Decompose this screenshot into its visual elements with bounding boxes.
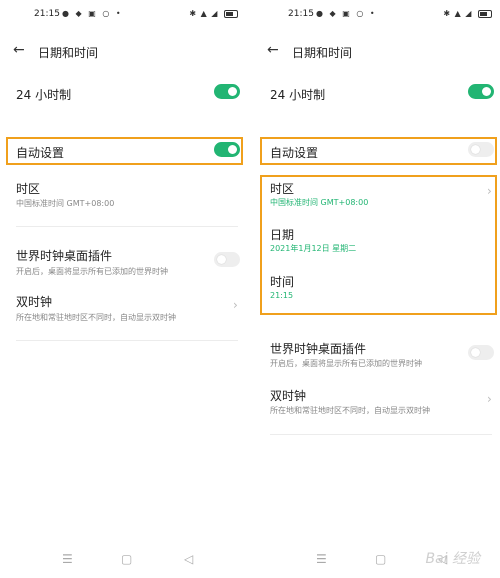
toggle-worldclock[interactable] — [214, 252, 240, 267]
toggle-24h[interactable] — [468, 84, 494, 99]
home-icon[interactable]: ▢ — [375, 552, 386, 566]
row-dualclock-sub: 所在地和常驻地时区不同时，自动显示双时钟 — [16, 313, 176, 322]
chevron-right-icon[interactable]: › — [487, 392, 492, 406]
row-dualclock-sub: 所在地和常驻地时区不同时，自动显示双时钟 — [270, 406, 430, 415]
watermark: Bai 经验 — [425, 551, 480, 567]
row-date-value: 2021年1月12日 星期二 — [270, 244, 357, 253]
menu-icon[interactable]: ☰ — [316, 552, 327, 566]
battery-icon — [224, 9, 238, 18]
notification-icons: ● ◆ ▣ ○ • — [316, 9, 377, 18]
highlight-box-auto — [6, 137, 243, 165]
row-24h-label: 24 小时制 — [270, 88, 326, 102]
row-timezone-value: 中国标准时间 GMT+08:00 — [270, 198, 369, 207]
row-dualclock-label: 双时钟 — [270, 389, 307, 403]
row-24h-label: 24 小时制 — [16, 88, 72, 102]
row-time-label: 时间 — [270, 275, 295, 289]
system-icons: ✱ ▲ ◢ — [189, 9, 238, 18]
back-arrow-icon[interactable]: ← — [267, 42, 279, 58]
chevron-right-icon[interactable]: › — [487, 184, 492, 198]
row-timezone-label: 时区 — [270, 182, 295, 196]
menu-icon[interactable]: ☰ — [62, 552, 73, 566]
row-worldclock-sub: 开启后，桌面将显示所有已添加的世界时钟 — [16, 267, 168, 276]
page-title: 日期和时间 — [292, 46, 353, 60]
row-date-label: 日期 — [270, 228, 295, 242]
system-icons: ✱ ▲ ◢ — [443, 9, 492, 18]
row-time-value: 21:15 — [270, 291, 294, 300]
row-timezone-value: 中国标准时间 GMT+08:00 — [16, 199, 115, 208]
status-bar: 21:15 ● ◆ ▣ ○ • ✱ ▲ ◢ — [254, 6, 500, 24]
back-arrow-icon[interactable]: ← — [13, 42, 25, 58]
status-time: 21:15 — [288, 9, 314, 19]
row-timezone-label: 时区 — [16, 182, 41, 196]
row-dualclock-label: 双时钟 — [16, 295, 53, 309]
soft-keys: ☰ ▢ ◁ — [0, 550, 246, 570]
notification-icons: ● ◆ ▣ ○ • — [62, 9, 123, 18]
phone-right: 21:15 ● ◆ ▣ ○ • ✱ ▲ ◢ ← 日期和时间 24 小时制 自动设… — [254, 0, 500, 578]
divider — [16, 226, 238, 227]
divider — [16, 340, 238, 341]
toggle-24h[interactable] — [214, 84, 240, 99]
back-triangle-icon[interactable]: ◁ — [184, 552, 193, 566]
row-worldclock-label: 世界时钟桌面插件 — [270, 342, 367, 356]
row-worldclock-sub: 开启后，桌面将显示所有已添加的世界时钟 — [270, 359, 422, 368]
phone-left: 21:15 ● ◆ ▣ ○ • ✱ ▲ ◢ ← 日期和时间 24 小时制 自动设… — [0, 0, 246, 578]
chevron-right-icon[interactable]: › — [233, 298, 238, 312]
row-worldclock-label: 世界时钟桌面插件 — [16, 249, 113, 263]
nav-bar: ← 日期和时间 — [254, 40, 500, 64]
home-icon[interactable]: ▢ — [121, 552, 132, 566]
toggle-worldclock[interactable] — [468, 345, 494, 360]
highlight-box-auto — [260, 137, 497, 165]
status-time: 21:15 — [34, 9, 60, 19]
battery-icon — [478, 9, 492, 18]
nav-bar: ← 日期和时间 — [0, 40, 246, 64]
status-bar: 21:15 ● ◆ ▣ ○ • ✱ ▲ ◢ — [0, 6, 246, 24]
page-title: 日期和时间 — [38, 46, 99, 60]
divider — [270, 434, 492, 435]
